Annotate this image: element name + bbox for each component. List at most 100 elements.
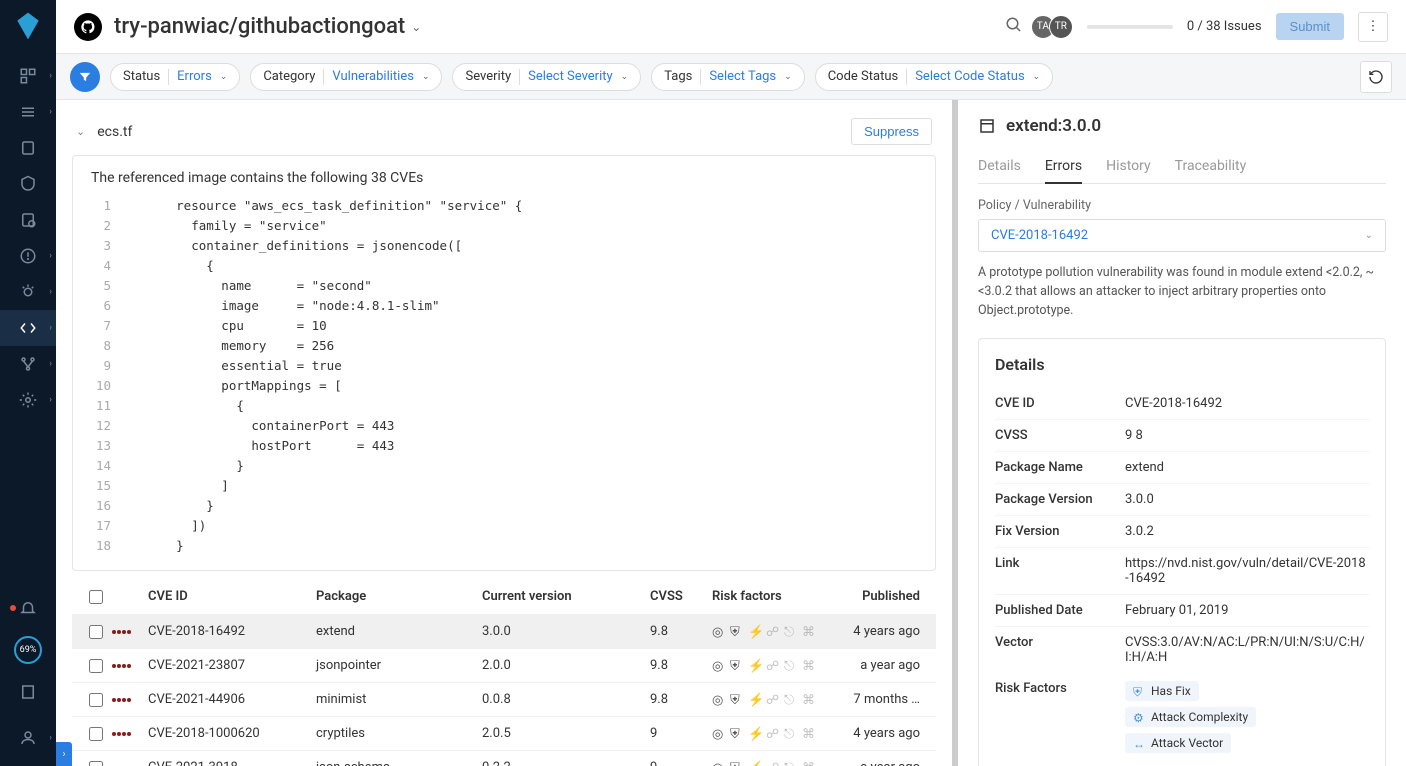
- tab-history[interactable]: History: [1106, 150, 1151, 183]
- progress-ring: 69%: [14, 636, 42, 664]
- row-checkbox[interactable]: [89, 625, 103, 639]
- risk-factor-icon: ◎: [712, 625, 726, 639]
- row-checkbox[interactable]: [89, 693, 103, 707]
- filter-severity[interactable]: SeveritySelect Severity⌄: [452, 63, 641, 91]
- policy-label: Policy / Vulnerability: [978, 198, 1386, 213]
- nav-code[interactable]: ›: [0, 310, 56, 346]
- avatar-stack: TA TR: [1037, 15, 1073, 39]
- row-checkbox[interactable]: [89, 761, 103, 766]
- risk-factor-icon: ☍: [766, 727, 780, 741]
- filter-category[interactable]: CategoryVulnerabilities⌄: [250, 63, 442, 91]
- risk-factor-icon: ⎋: [784, 761, 798, 766]
- nav-dashboard[interactable]: ›: [0, 58, 56, 94]
- col-package: Package: [316, 589, 482, 604]
- github-icon: [74, 13, 102, 41]
- risk-factor-icon: ⌘: [802, 693, 816, 707]
- nav-compliance[interactable]: [0, 202, 56, 238]
- table-row[interactable]: CVE-2021-23807 jsonpointer 2.0.0 9.8 ◎⛨⚡…: [72, 648, 936, 682]
- detail-row: Linkhttps://nvd.nist.gov/vuln/detail/CVE…: [995, 548, 1369, 595]
- risk-factor-icon: ⛨: [730, 693, 744, 707]
- file-description: The referenced image contains the follow…: [91, 170, 917, 186]
- filter-code-status[interactable]: Code StatusSelect Code Status⌄: [815, 63, 1054, 91]
- col-cve: CVE ID: [148, 589, 316, 604]
- detail-row: Package Version3.0.0: [995, 484, 1369, 516]
- filter-bar: StatusErrors⌄ CategoryVulnerabilities⌄ S…: [56, 54, 1406, 100]
- submit-button[interactable]: Submit: [1276, 13, 1344, 40]
- risk-factor-icon: ⎋: [784, 727, 798, 741]
- nav-inventory[interactable]: [0, 130, 56, 166]
- search-icon[interactable]: [1005, 16, 1023, 38]
- select-all-checkbox[interactable]: [89, 590, 103, 604]
- risk-factor-icon: ☍: [766, 625, 780, 639]
- detail-row: Fix Version3.0.2: [995, 516, 1369, 548]
- risk-chip: ⚙Attack Complexity: [1125, 707, 1256, 727]
- col-risk: Risk factors: [712, 589, 850, 604]
- left-sidebar: › › › › › › › 69% ›: [0, 0, 56, 766]
- cve-table: CVE ID Package Current version CVSS Risk…: [72, 579, 936, 766]
- risk-chip: ⛨Has Fix: [1125, 681, 1199, 701]
- collapse-icon[interactable]: ⌄: [76, 125, 85, 138]
- table-row[interactable]: CVE-2021-44906 minimist 0.0.8 9.8 ◎⛨⚡☍⎋⌘…: [72, 682, 936, 716]
- detail-row: VectorCVSS:3.0/AV:N/AC:L/PR:N/UI:N/S:U/C…: [995, 627, 1369, 673]
- row-checkbox[interactable]: [89, 659, 103, 673]
- nav-account[interactable]: ›: [0, 720, 56, 756]
- nav-alerts[interactable]: ›: [0, 238, 56, 274]
- main-pane: ⌄ ecs.tf Suppress The referenced image c…: [56, 100, 958, 766]
- risk-factor-icon: ◎: [712, 727, 726, 741]
- nav-notifications[interactable]: [0, 590, 56, 626]
- package-icon: [978, 117, 996, 135]
- risk-factor-icon: ⛨: [730, 761, 744, 766]
- code-block: 1 resource "aws_ecs_task_definition" "se…: [91, 196, 917, 556]
- risk-factor-icon: ⎋: [784, 659, 798, 673]
- col-published: Published: [850, 589, 928, 604]
- risk-factor-icon: ◎: [712, 659, 726, 673]
- details-heading: Details: [995, 355, 1369, 374]
- repo-title[interactable]: try-panwiac/githubactiongoat⌄: [114, 14, 421, 39]
- risk-factor-icon: ⚡: [748, 625, 762, 639]
- policy-select[interactable]: CVE-2018-16492⌄: [978, 219, 1386, 252]
- nav-docs[interactable]: [0, 674, 56, 710]
- vulnerability-description: A prototype pollution vulnerability was …: [978, 264, 1386, 320]
- col-cvss: CVSS: [650, 589, 712, 604]
- risk-factors-label: Risk Factors: [995, 681, 1125, 753]
- col-version: Current version: [482, 589, 650, 604]
- risk-factor-icon: ◎: [712, 693, 726, 707]
- filter-icon[interactable]: [70, 62, 100, 92]
- row-checkbox[interactable]: [89, 727, 103, 741]
- nav-graph[interactable]: ›: [0, 346, 56, 382]
- issue-count: 0 / 38 Issues: [1187, 19, 1262, 34]
- risk-factor-icon: ⌘: [802, 761, 816, 766]
- suppress-button[interactable]: Suppress: [851, 118, 932, 145]
- nav-bug[interactable]: ›: [0, 274, 56, 310]
- detail-panel: extend:3.0.0 Details Errors History Trac…: [958, 100, 1406, 766]
- filter-tags[interactable]: TagsSelect Tags⌄: [651, 63, 805, 91]
- risk-factor-icon: ⌘: [802, 659, 816, 673]
- tab-traceability[interactable]: Traceability: [1175, 150, 1247, 183]
- kebab-menu[interactable]: ⋮: [1358, 12, 1388, 42]
- risk-factor-icon: ◎: [712, 761, 726, 766]
- risk-factor-icon: ⎋: [784, 625, 798, 639]
- panel-title: extend:3.0.0: [1006, 116, 1101, 136]
- risk-factor-icon: ⌘: [802, 625, 816, 639]
- table-row[interactable]: CVE-2018-1000620 cryptiles 2.0.5 9 ◎⛨⚡☍⎋…: [72, 716, 936, 750]
- tab-details[interactable]: Details: [978, 150, 1021, 183]
- nav-shield[interactable]: [0, 166, 56, 202]
- table-row[interactable]: CVE-2018-16492 extend 3.0.0 9.8 ◎⛨⚡☍⎋⌘ 4…: [72, 614, 936, 648]
- table-row[interactable]: CVE-2021-3918 json-schema 0.2.2 9 ◎⛨⚡☍⎋⌘…: [72, 750, 936, 766]
- filter-status[interactable]: StatusErrors⌄: [110, 63, 240, 91]
- expand-tab[interactable]: ›: [56, 742, 72, 766]
- risk-factor-icon: ⛨: [730, 625, 744, 639]
- detail-row: Published DateFebruary 01, 2019: [995, 595, 1369, 627]
- avatar: TR: [1049, 15, 1073, 39]
- detail-row: Package Nameextend: [995, 452, 1369, 484]
- nav-list[interactable]: ›: [0, 94, 56, 130]
- risk-factor-icon: ⚡: [748, 659, 762, 673]
- risk-factor-icon: ☍: [766, 693, 780, 707]
- app-logo: [12, 10, 44, 42]
- risk-factor-icon: ⚡: [748, 761, 762, 766]
- tab-errors[interactable]: Errors: [1045, 150, 1082, 184]
- risk-chip: ↔Attack Vector: [1125, 733, 1231, 753]
- reset-filters-button[interactable]: [1360, 61, 1392, 93]
- nav-settings[interactable]: ›: [0, 382, 56, 418]
- risk-factor-icon: ⚡: [748, 693, 762, 707]
